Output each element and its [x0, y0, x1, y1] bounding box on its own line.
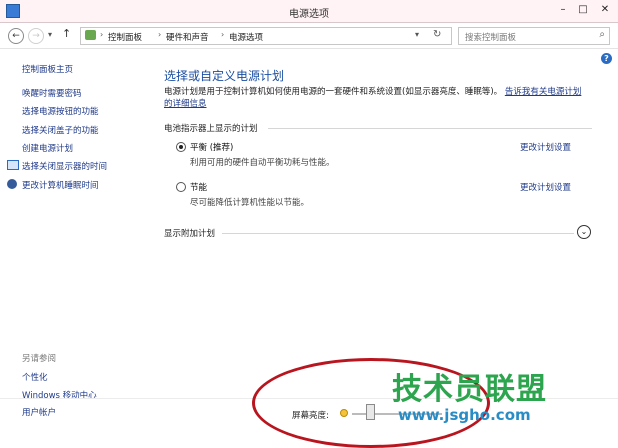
- address-bar[interactable]: › 控制面板 › 硬件和声音 › 电源选项 ▾ ↻: [80, 27, 452, 45]
- plan-saver-change-link[interactable]: 更改计划设置: [520, 181, 571, 193]
- additional-plans-divider: [222, 233, 574, 234]
- breadcrumb-power-options[interactable]: 电源选项: [229, 31, 263, 43]
- refresh-icon[interactable]: ↻: [433, 29, 441, 40]
- display-icon: [7, 160, 19, 170]
- plan-balanced-radio[interactable]: [176, 142, 186, 152]
- see-also-heading: 另请参阅: [22, 354, 57, 364]
- plan-balanced-desc: 利用可用的硬件自动平衡功耗与性能。: [190, 158, 335, 168]
- expand-chevron-icon[interactable]: ⌄: [577, 225, 591, 239]
- sidebar-item-lid-close[interactable]: 选择关闭盖子的功能: [22, 124, 99, 136]
- history-dropdown-icon[interactable]: ▾: [48, 30, 52, 39]
- sidebar-item-power-button[interactable]: 选择电源按钮的功能: [22, 105, 99, 117]
- see-also-personalization[interactable]: 个性化: [22, 371, 48, 383]
- see-also-mobility-center[interactable]: Windows 移动中心: [22, 389, 97, 401]
- maximize-button[interactable]: □: [576, 4, 590, 16]
- sidebar-item-create-plan[interactable]: 创建电源计划: [22, 142, 73, 154]
- watermark-url: www.jsgho.com: [398, 406, 531, 424]
- minimize-button[interactable]: –: [556, 4, 570, 16]
- forward-button[interactable]: →: [28, 28, 44, 44]
- watermark-logo: 技术员联盟 www.jsgho.com: [392, 364, 618, 432]
- sidebar-item-wake-password[interactable]: 唤醒时需要密码: [22, 87, 82, 99]
- help-icon[interactable]: ?: [601, 53, 612, 64]
- close-button[interactable]: ✕: [598, 4, 612, 16]
- window-title: 电源选项: [289, 9, 329, 20]
- plan-saver-desc: 尽可能降低计算机性能以节能。: [190, 198, 310, 208]
- plan-saver-name[interactable]: 节能: [190, 181, 207, 193]
- plan-saver-radio[interactable]: [176, 182, 186, 192]
- sidebar-item-sleep-time[interactable]: 更改计算机睡眠时间: [22, 179, 99, 191]
- search-placeholder: 搜索控制面板: [465, 33, 517, 43]
- page-heading: 选择或自定义电源计划: [164, 69, 285, 83]
- battery-plans-label: 电池指示器上显示的计划: [164, 124, 258, 134]
- sidebar-item-display-off[interactable]: 选择关闭显示器的时间: [22, 160, 107, 172]
- plan-balanced-name[interactable]: 平衡 (推荐): [190, 141, 233, 153]
- search-icon[interactable]: ⌕: [599, 29, 605, 40]
- intro-text: 电源计划是用于控制计算机如何使用电源的一套硬件和系统设置(如显示器亮度、睡眠等)…: [164, 87, 503, 97]
- search-input[interactable]: 搜索控制面板 ⌕: [458, 27, 610, 45]
- back-button[interactable]: ←: [8, 28, 24, 44]
- sleep-icon: [7, 179, 17, 189]
- address-folder-icon: [85, 30, 96, 40]
- show-additional-plans-label[interactable]: 显示附加计划: [164, 227, 215, 239]
- breadcrumb-control-panel[interactable]: 控制面板: [108, 31, 142, 43]
- section-divider: [268, 128, 592, 129]
- intro-paragraph: 电源计划是用于控制计算机如何使用电源的一套硬件和系统设置(如显示器亮度、睡眠等)…: [164, 86, 584, 110]
- watermark-chars: 技术员联盟: [392, 372, 547, 407]
- see-also-user-accounts[interactable]: 用户帐户: [22, 406, 56, 418]
- sidebar-home-link[interactable]: 控制面板主页: [22, 63, 73, 75]
- address-dropdown-icon[interactable]: ▾: [415, 30, 419, 39]
- breadcrumb-hardware-sound[interactable]: 硬件和声音: [166, 31, 209, 43]
- up-arrow-icon[interactable]: ↑: [62, 27, 71, 40]
- plan-balanced-change-link[interactable]: 更改计划设置: [520, 141, 571, 153]
